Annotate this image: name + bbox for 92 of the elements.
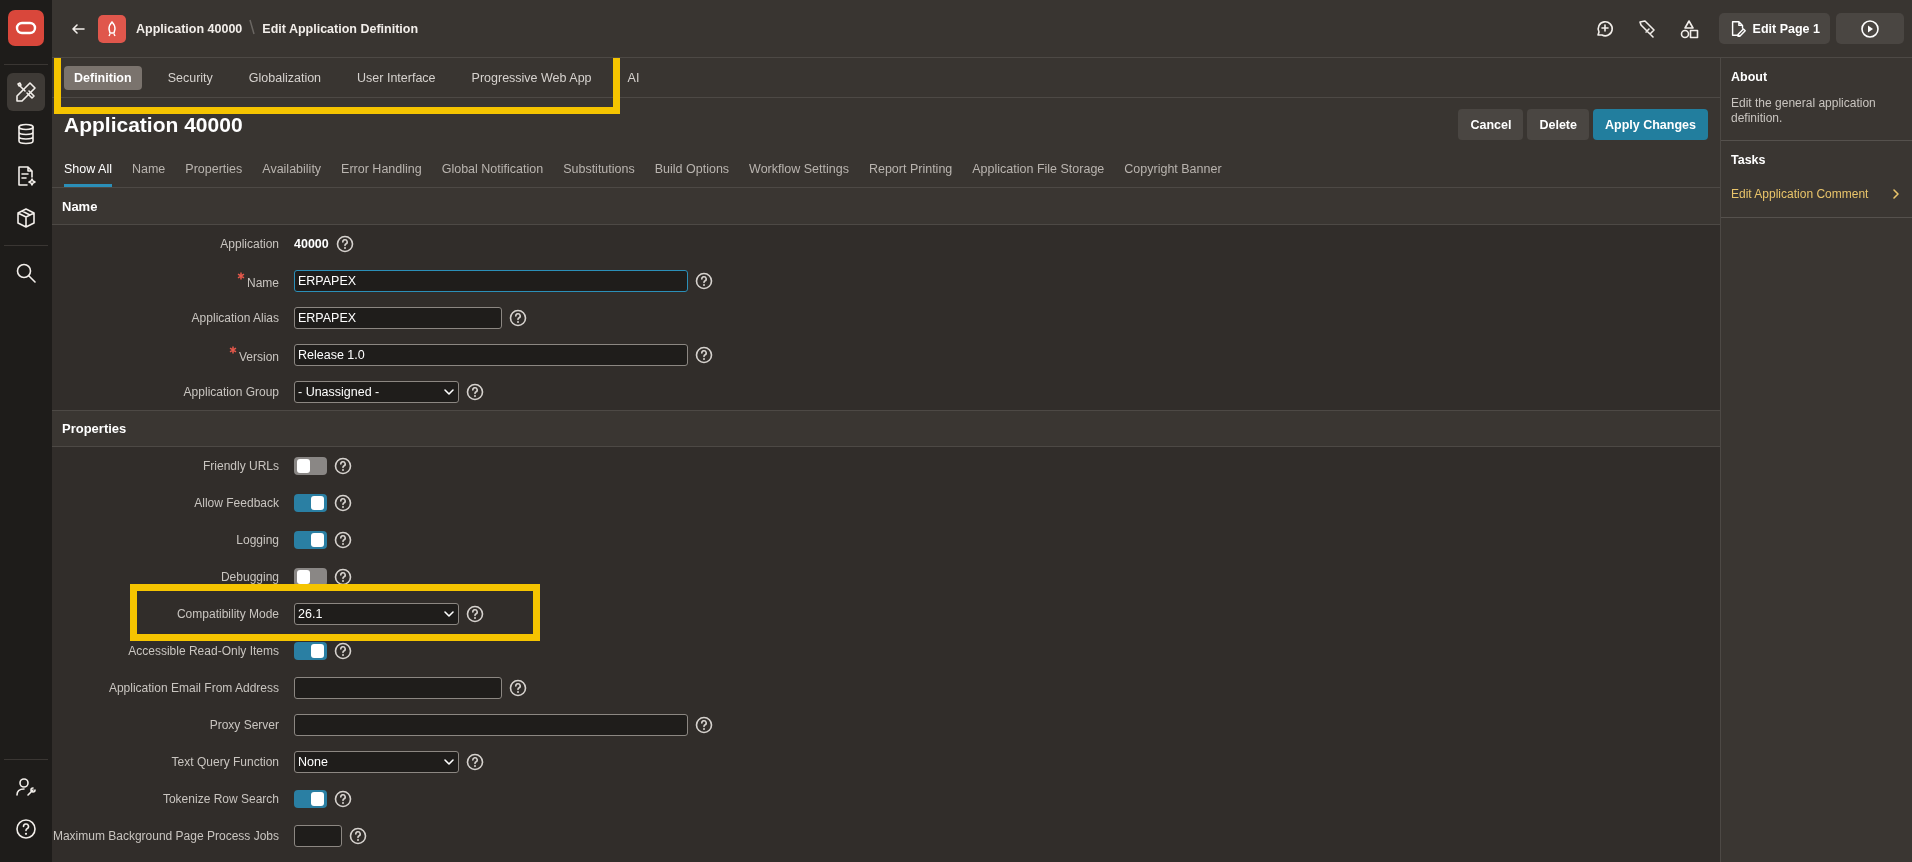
input-field[interactable] (294, 713, 688, 736)
help-icon[interactable] (349, 826, 367, 845)
field-label: Accessible Read-Only Items (128, 643, 279, 658)
toggle-switch[interactable] (294, 456, 327, 475)
field-value: 40000 (294, 236, 329, 251)
section-tab[interactable]: Global Notification (441, 151, 544, 187)
rail-button[interactable] (7, 73, 45, 111)
logo-icon[interactable] (8, 10, 44, 46)
field-label: Application Alias (191, 310, 279, 325)
field-label: Compatibility Mode (176, 606, 279, 621)
field-label: Logging (236, 532, 279, 547)
panel-title: About (1731, 70, 1769, 84)
help-icon[interactable] (695, 271, 713, 290)
input-field[interactable]: Release 1.0 (294, 343, 688, 366)
field-label: Maximum Background Page Process Jobs (52, 828, 279, 843)
app-icon (98, 14, 126, 43)
breadcrumb-separator-icon (248, 18, 257, 35)
run-button[interactable] (1836, 13, 1904, 44)
tools-icon (14, 80, 38, 104)
select-field[interactable]: 26.1 (294, 602, 459, 625)
select-field[interactable]: None (294, 750, 459, 773)
field-label: Friendly URLs (202, 458, 279, 473)
help-icon[interactable] (509, 678, 527, 697)
section-tab[interactable]: Report Printing (868, 151, 953, 187)
help-icon[interactable] (334, 493, 352, 512)
input-field[interactable] (294, 676, 502, 699)
toggle-switch[interactable] (294, 641, 327, 660)
apply-button[interactable]: Apply Changes (1593, 109, 1708, 140)
field-label: Version (238, 348, 279, 364)
page-title: Edit Application Definition (262, 21, 419, 36)
input-field[interactable] (294, 824, 342, 847)
play-icon (1860, 18, 1880, 39)
panel-title: Tasks (1731, 153, 1767, 167)
help-icon[interactable] (334, 789, 352, 808)
edit-page-button[interactable]: Edit Page 1 (1718, 13, 1830, 44)
page-heading: Application 40000 (64, 112, 244, 137)
tab[interactable]: Globalization (238, 65, 332, 90)
chevron-right-icon (1890, 188, 1902, 200)
help-icon[interactable] (695, 345, 713, 364)
cube-icon (14, 206, 38, 230)
section-tab[interactable]: Name (131, 151, 166, 187)
help-icon[interactable] (334, 456, 352, 475)
section-tab[interactable]: Application File Storage (972, 151, 1105, 187)
action-button[interactable]: Delete (1527, 109, 1589, 140)
help-icon[interactable] (695, 715, 713, 734)
search-icon (14, 261, 38, 285)
required-icon (228, 345, 237, 354)
required-icon (237, 271, 245, 280)
help-icon[interactable] (466, 604, 484, 623)
section-tab[interactable]: Properties (185, 151, 243, 187)
tab[interactable]: AI (617, 65, 650, 90)
field-label: Tokenize Row Search (162, 791, 279, 806)
toggle-switch[interactable] (294, 789, 327, 808)
section-tab[interactable]: Copyright Banner (1124, 151, 1222, 187)
input-field[interactable]: ERPAPEX (294, 306, 502, 329)
toggle-switch[interactable] (294, 530, 327, 549)
user-wrench-icon (14, 775, 38, 799)
section-tab[interactable]: Substitutions (563, 151, 635, 187)
tab[interactable]: Definition (64, 65, 142, 90)
section-tab[interactable]: Availability (262, 151, 322, 187)
section-tab[interactable]: Build Options (654, 151, 730, 187)
help-icon (14, 817, 38, 841)
section-tab[interactable]: Error Handling (341, 151, 422, 187)
help-icon[interactable] (335, 234, 354, 253)
help-icon[interactable] (466, 752, 484, 771)
tab[interactable]: User Interface (347, 65, 446, 90)
action-button[interactable]: Cancel (1458, 109, 1524, 140)
tab[interactable]: Security (157, 65, 223, 90)
panel-text: Edit the general application definition. (1731, 96, 1877, 126)
field-label: Application Group (183, 384, 279, 399)
select-field[interactable]: - Unassigned - (294, 380, 459, 403)
tab[interactable]: Progressive Web App (461, 65, 602, 90)
help-icon[interactable] (509, 308, 527, 327)
help-icon[interactable] (466, 382, 484, 401)
field-label: Text Query Function (171, 754, 279, 769)
help-icon[interactable] (334, 567, 352, 586)
section-header: Properties (52, 410, 1720, 447)
help-icon[interactable] (334, 530, 352, 549)
toggle-switch[interactable] (294, 567, 327, 586)
section-tab[interactable]: Workflow Settings (749, 151, 849, 187)
breadcrumb-link[interactable]: Application 40000 (136, 21, 243, 36)
field-label: Proxy Server (209, 717, 279, 732)
input-field[interactable]: ERPAPEX (294, 269, 688, 292)
task-link[interactable]: Edit Application Comment (1731, 185, 1902, 203)
field-label: Name (247, 274, 279, 290)
toggle-switch[interactable] (294, 493, 327, 512)
help-icon[interactable] (334, 641, 352, 660)
field-label: Application Email From Address (108, 680, 279, 695)
field-label: Debugging (220, 569, 279, 584)
field-label: Application (220, 236, 279, 251)
field-label: Allow Feedback (194, 495, 279, 510)
section-header: Name (52, 188, 1720, 225)
